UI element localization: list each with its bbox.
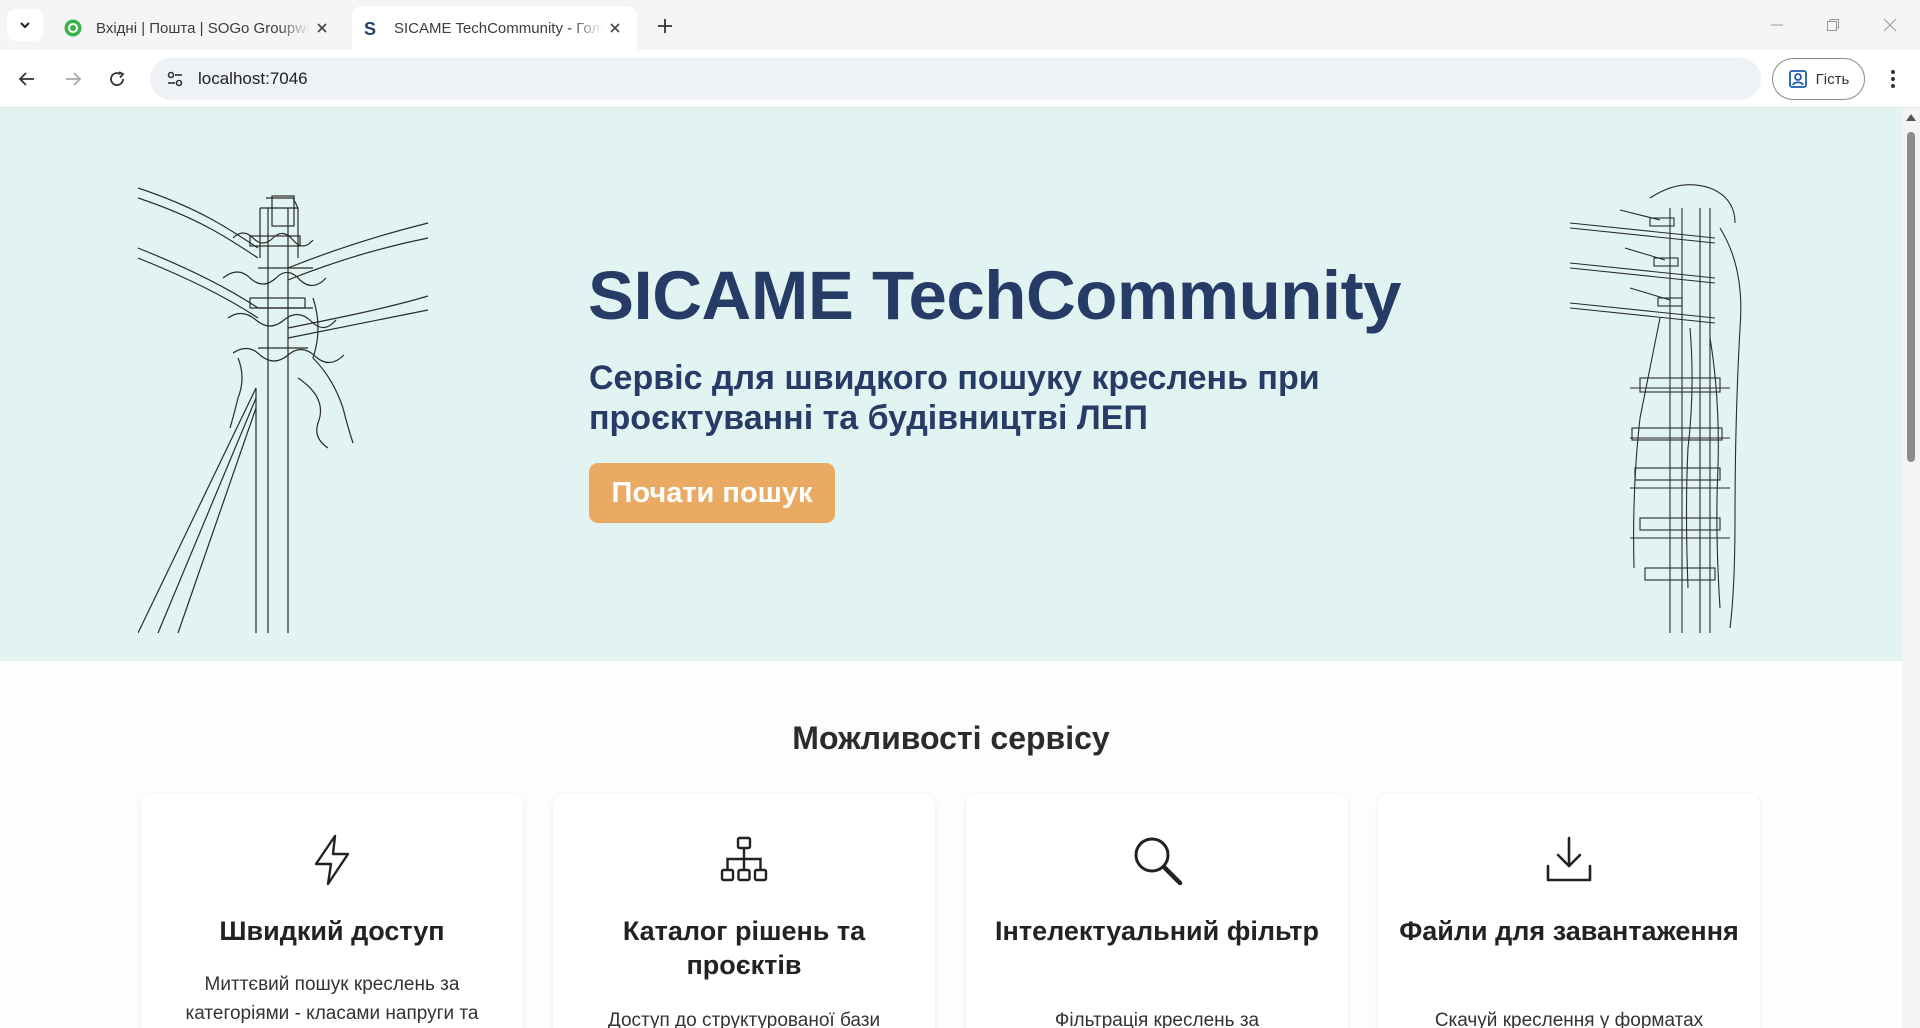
hero-title: SICAME TechCommunity [588,257,1401,334]
tab-title: SICAME TechCommunity - Головна [394,19,603,37]
card-description: Фільтрація креслень за [1054,1010,1260,1028]
url-text: localhost:7046 [198,69,308,88]
download-icon [1546,836,1592,882]
tab-search-button[interactable] [7,9,43,41]
plus-icon [658,19,672,33]
features-title: Можливості сервісу [792,720,1110,756]
arrow-right-icon [66,72,82,86]
more-vertical-icon [1891,70,1895,88]
feature-card-fast-access: Швидкий доступ Миттєвий пошук креслень з… [141,794,523,1028]
scrollbar-thumb[interactable] [1907,132,1915,462]
new-tab-button[interactable] [651,12,679,40]
profile-button[interactable]: Гість [1772,58,1865,100]
address-bar[interactable]: localhost:7046 [150,58,1761,100]
card-title: Файли для завантаження [1399,916,1739,946]
tab-sogo[interactable]: Вхідні | Пошта | SOGo Groupware [54,6,344,50]
scroll-up-arrow-icon[interactable] [1906,114,1916,121]
card-description: Скачуй креслення у форматах [1434,1010,1704,1028]
hero-subtitle: Сервіс для швидкого пошуку креслень при … [589,359,1320,437]
browser-toolbar: localhost:7046 Гість [0,50,1920,108]
forward-button[interactable] [56,62,90,96]
reload-icon [110,71,125,86]
close-icon[interactable] [310,16,334,40]
feature-card-smart-filter: Інтелектуальний фільтр Фільтрація кресле… [966,794,1348,1028]
minimize-button[interactable] [1757,10,1797,40]
close-icon[interactable] [603,16,627,40]
site-settings-icon[interactable] [164,68,186,90]
power-pole-illustration-left [138,187,429,634]
card-title: Швидкий доступ [219,916,445,946]
close-icon [1883,18,1897,32]
profile-label: Гість [1815,70,1850,88]
reload-button[interactable] [100,62,134,96]
restore-button[interactable] [1813,10,1853,40]
card-description: Миттєвий пошук креслень за категоріями -… [185,974,479,1024]
page-viewport: SICAME TechCommunity Сервіс для швидкого… [0,108,1902,1028]
feature-card-catalog: Каталог рішень та проєктів Доступ до стр… [553,794,935,1028]
tab-sicame[interactable]: S SICAME TechCommunity - Головна [352,6,637,50]
page-scrollbar[interactable] [1902,108,1920,1028]
browser-menu-button[interactable] [1878,64,1908,94]
tab-title: Вхідні | Пошта | SOGo Groupware [96,19,310,37]
back-button[interactable] [10,62,44,96]
search-icon [1134,837,1183,886]
card-title: Каталог рішень та проєктів [622,916,866,980]
tab-strip: Вхідні | Пошта | SOGo Groupware S SICAME… [0,0,1920,50]
sitemap-icon [720,836,768,882]
power-pole-illustration-right [1570,184,1742,633]
card-title: Інтелектуальний фільтр [995,916,1319,946]
svg-text:S: S [364,19,376,38]
guest-profile-icon [1788,70,1807,88]
sogo-icon [62,17,84,39]
minimize-icon [1771,24,1783,26]
lightning-icon [314,834,350,886]
restore-icon [1827,19,1839,31]
start-search-button[interactable]: Почати пошук [589,463,835,523]
window-close-button[interactable] [1870,10,1910,40]
hero-section: SICAME TechCommunity Сервіс для швидкого… [0,108,1902,661]
arrow-left-icon [18,72,34,86]
sicame-s-icon: S [360,17,382,39]
card-description: Доступ до структурованої бази [607,1010,881,1028]
chevron-down-icon [20,22,30,29]
feature-card-downloads: Файли для завантаження Скачуй креслення … [1378,794,1760,1028]
